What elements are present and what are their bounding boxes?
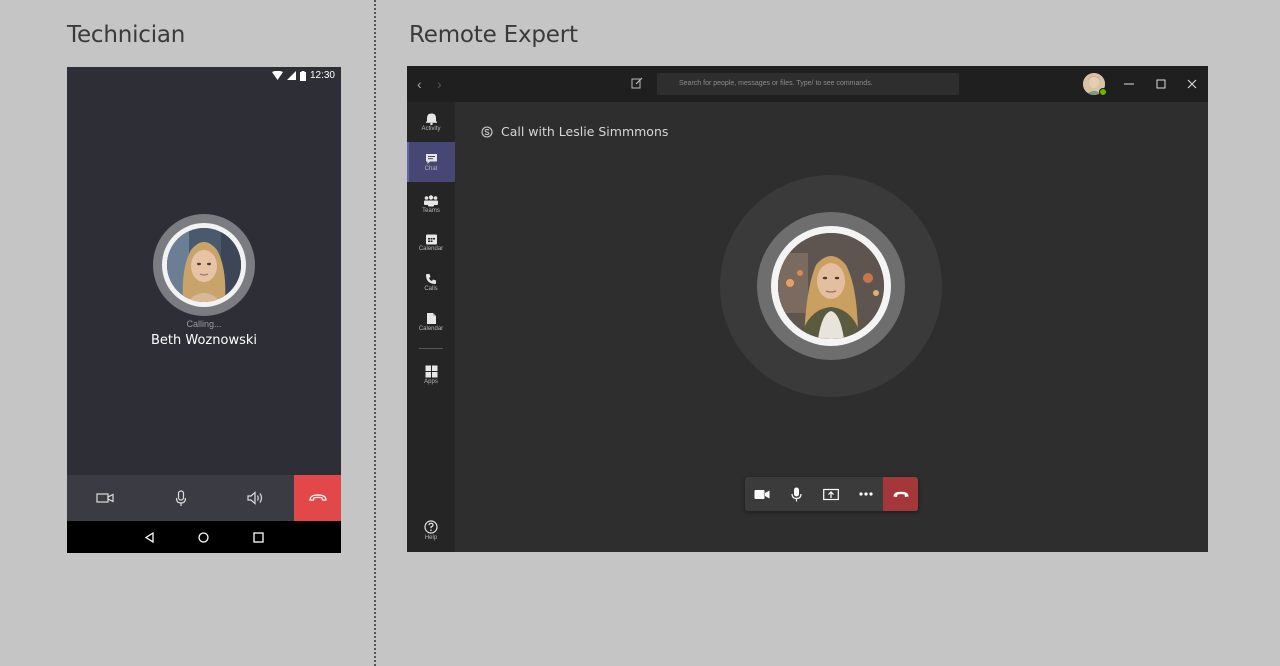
- recents-square-icon[interactable]: [253, 531, 264, 543]
- maximize-button[interactable]: [1153, 76, 1169, 92]
- caller-name: Beth Woznowski: [151, 333, 257, 348]
- rail-label-files: Calendar: [418, 326, 444, 332]
- phone-hang-up-button[interactable]: [294, 475, 341, 521]
- call-header: Call with Leslie Simmmons: [481, 124, 668, 139]
- calendar-icon: [425, 234, 437, 244]
- minimize-button[interactable]: [1121, 76, 1137, 92]
- rail-label-help: Help: [424, 534, 438, 541]
- battery-icon: [299, 70, 306, 81]
- rail-item-files[interactable]: Calendar: [407, 302, 455, 342]
- phone-screen: 12:30 Calling... Beth Woznowski: [67, 67, 341, 553]
- status-time: 12:30: [309, 70, 335, 81]
- phone-video-button[interactable]: [67, 475, 143, 521]
- rail-item-activity[interactable]: Activity: [407, 102, 455, 142]
- phone-speaker-button[interactable]: [218, 475, 294, 521]
- maximize-icon: [1156, 79, 1166, 89]
- rail-item-help[interactable]: Help: [407, 510, 455, 550]
- caller-avatar-ring: [153, 214, 255, 316]
- android-nav-bar: [67, 521, 341, 553]
- rail-label-apps: Apps: [424, 379, 438, 385]
- help-icon: [424, 519, 438, 534]
- more-options-button[interactable]: [849, 477, 884, 511]
- rail-item-calls[interactable]: Calls: [407, 262, 455, 302]
- rail-item-calendar[interactable]: Calendar: [407, 222, 455, 262]
- search-input[interactable]: Search for people, messages or files. Ty…: [657, 73, 959, 95]
- rail-item-chat[interactable]: Chat: [407, 142, 455, 182]
- presence-available-icon: [1099, 88, 1107, 96]
- share-screen-icon: [823, 488, 840, 500]
- mute-button[interactable]: [780, 477, 815, 511]
- title-bar: ‹ › Search for people, messages or files…: [407, 66, 1208, 102]
- speaker-icon: [247, 491, 263, 505]
- remote-expert-title: Remote Expert: [409, 22, 578, 48]
- rail-label-activity: Activity: [421, 126, 441, 132]
- hang-up-icon: [893, 491, 909, 497]
- phone-call-controls: [67, 475, 341, 521]
- share-screen-button[interactable]: [814, 477, 849, 511]
- video-camera-icon: [96, 493, 114, 503]
- rail-label-calendar: Calendar: [418, 245, 444, 252]
- rail-item-apps[interactable]: Apps: [407, 355, 455, 395]
- apps-icon: [425, 365, 437, 378]
- teams-icon: [424, 194, 438, 206]
- back-triangle-icon[interactable]: [144, 531, 155, 543]
- compose-icon[interactable]: [631, 77, 643, 89]
- hang-up-button[interactable]: [883, 477, 918, 511]
- bell-icon: [425, 113, 437, 125]
- microphone-icon: [175, 489, 186, 506]
- phone-mute-button[interactable]: [143, 475, 219, 521]
- caller-avatar: [167, 228, 241, 302]
- rail-label-teams: Teams: [422, 207, 440, 214]
- call-title: Call with Leslie Simmmons: [501, 124, 669, 139]
- rail-label-calls: Calls: [424, 285, 438, 292]
- app-rail: Activity Chat Teams Calendar Calls Calen…: [407, 102, 455, 552]
- close-icon: [1187, 79, 1197, 89]
- camera-toggle-button[interactable]: [745, 477, 780, 511]
- rail-separator: [419, 348, 443, 349]
- forward-arrow-icon[interactable]: ›: [437, 76, 442, 92]
- technician-title: Technician: [67, 22, 186, 48]
- call-controls-bar: [745, 477, 918, 511]
- skype-call-icon: [481, 125, 493, 138]
- cell-signal-icon: [286, 71, 296, 80]
- rail-label-chat: Chat: [424, 165, 438, 172]
- microphone-icon: [791, 487, 802, 501]
- close-button[interactable]: [1184, 76, 1200, 92]
- teams-window: ‹ › Search for people, messages or files…: [407, 66, 1208, 552]
- phone-icon: [426, 273, 436, 284]
- video-camera-icon: [754, 489, 770, 499]
- remote-contact-avatar: [778, 233, 884, 339]
- chat-icon: [425, 153, 437, 164]
- section-divider: [374, 0, 376, 666]
- minimize-icon: [1124, 83, 1134, 85]
- hang-up-icon: [308, 494, 327, 501]
- files-icon: [426, 313, 436, 324]
- more-icon: [859, 492, 873, 496]
- back-arrow-icon[interactable]: ‹: [417, 76, 422, 92]
- wifi-icon: [271, 71, 283, 80]
- calling-status: Calling...: [186, 319, 222, 329]
- rail-item-teams[interactable]: Teams: [407, 184, 455, 224]
- phone-status-bar: 12:30: [67, 67, 341, 84]
- home-circle-icon[interactable]: [198, 531, 210, 543]
